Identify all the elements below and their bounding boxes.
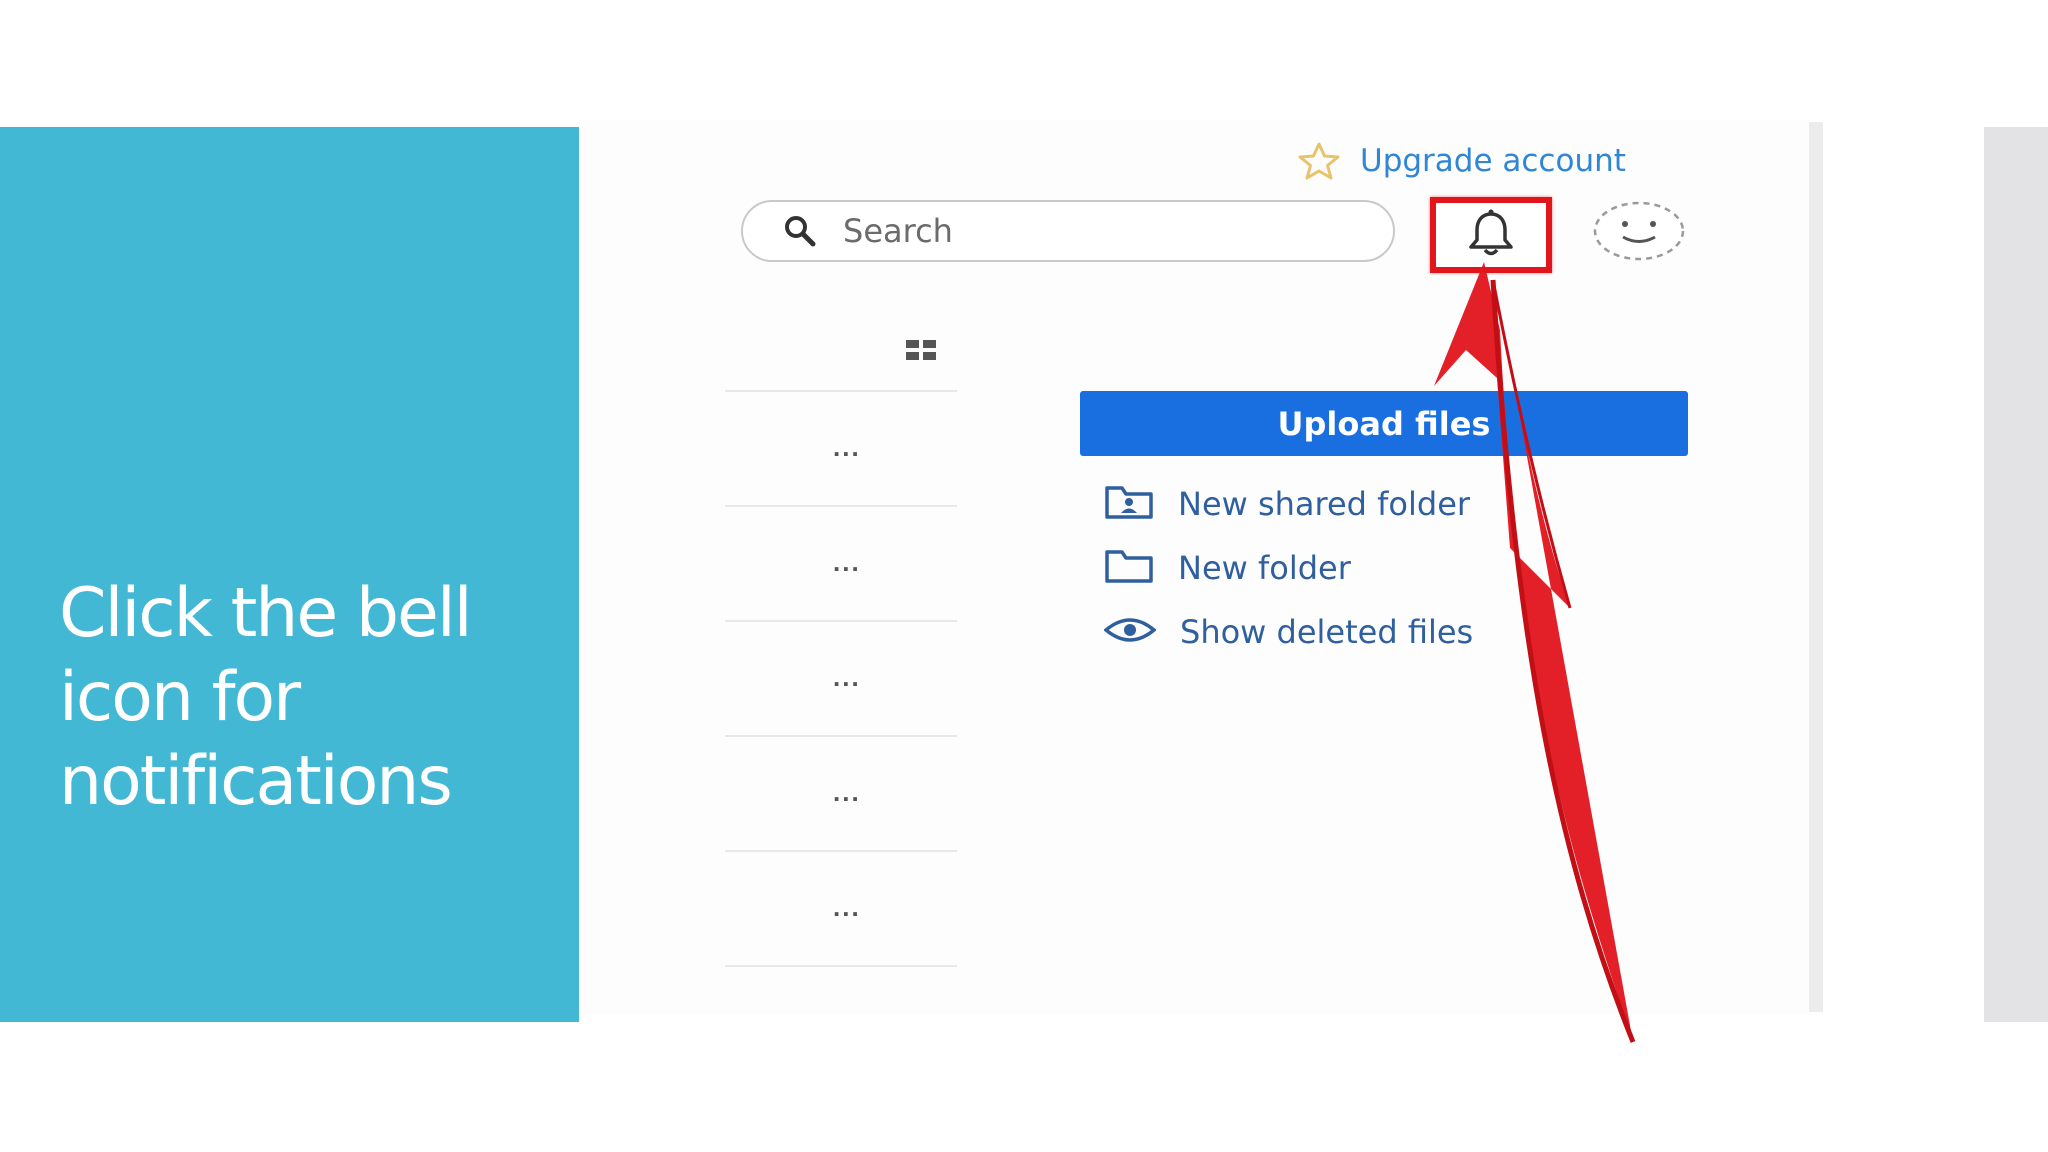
more-options-button[interactable]: ... (833, 549, 861, 575)
more-options-button[interactable]: ... (833, 434, 861, 460)
eye-icon (1103, 612, 1157, 653)
upload-files-button[interactable]: Upload files (1080, 391, 1688, 456)
avatar[interactable] (1591, 200, 1685, 262)
show-deleted-files-label: Show deleted files (1180, 613, 1474, 651)
more-options-button[interactable]: ... (833, 779, 861, 805)
show-deleted-files-action[interactable]: Show deleted files (1103, 610, 1474, 654)
file-list: ... ... ... ... ... (725, 390, 957, 967)
search-placeholder: Search (843, 212, 953, 250)
search-icon (783, 214, 817, 248)
upgrade-account-link[interactable]: Upgrade account (1296, 140, 1626, 182)
list-item[interactable]: ... (725, 735, 957, 850)
bell-icon (1465, 208, 1517, 263)
scrollbar-track (1809, 122, 1823, 1012)
slide-panel: Click the bell icon for notifications (0, 127, 579, 1022)
more-options-button[interactable]: ... (833, 664, 861, 690)
new-shared-folder-action[interactable]: New shared folder (1104, 482, 1470, 526)
list-item[interactable]: ... (725, 390, 957, 505)
slide-instruction: Click the bell icon for notifications (59, 574, 473, 821)
list-item[interactable]: ... (725, 505, 957, 620)
notifications-button[interactable] (1430, 197, 1552, 273)
slide-edge-panel (1984, 127, 2048, 1022)
list-item[interactable]: ... (725, 850, 957, 967)
new-shared-folder-label: New shared folder (1178, 485, 1471, 523)
folder-icon (1104, 548, 1154, 589)
more-options-button[interactable]: ... (833, 894, 861, 920)
search-input[interactable]: Search (741, 200, 1395, 262)
new-folder-label: New folder (1178, 549, 1351, 587)
upgrade-account-label: Upgrade account (1360, 143, 1626, 179)
shared-folder-icon (1104, 484, 1154, 525)
new-folder-action[interactable]: New folder (1104, 546, 1351, 590)
grid-view-icon[interactable] (906, 340, 938, 362)
star-icon (1296, 141, 1342, 181)
list-item[interactable]: ... (725, 620, 957, 735)
